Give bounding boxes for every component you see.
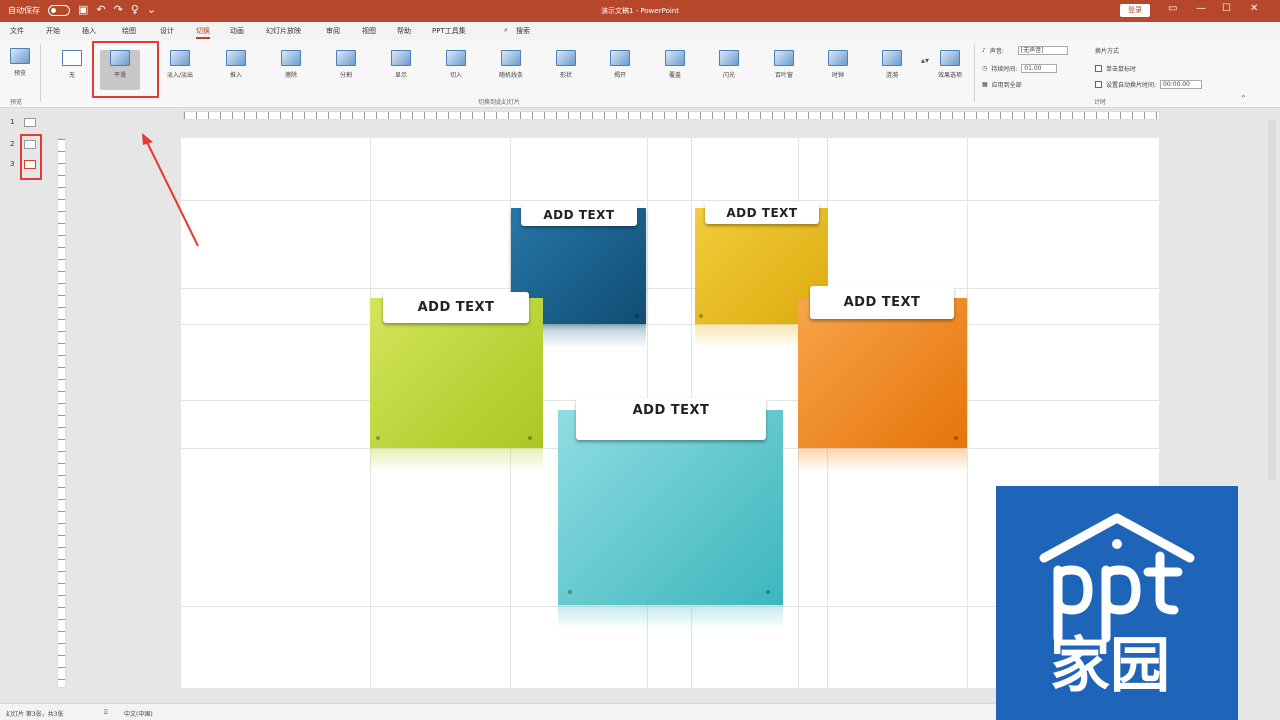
logo-text: 家园 bbox=[1050, 631, 1170, 701]
logo-mark: 家园 bbox=[1039, 513, 1195, 701]
accessibility-icon[interactable]: ⍐ bbox=[104, 709, 108, 717]
pptjiayuan-logo: 家园 bbox=[996, 486, 1238, 720]
powerpoint-window: 自动保存 ▣ ↶ ↷ ♀ ⌄ 演示文稿1 - PowerPoint 登录 ▭ —… bbox=[0, 0, 1280, 720]
status-bar: 幻灯片 第3张，共3张 ⍐ 中文(中国) bbox=[0, 703, 996, 720]
slide-counter: 幻灯片 第3张，共3张 bbox=[6, 711, 64, 718]
language-indicator[interactable]: 中文(中国) bbox=[124, 709, 153, 718]
vertical-scrollbar[interactable] bbox=[1268, 120, 1276, 480]
